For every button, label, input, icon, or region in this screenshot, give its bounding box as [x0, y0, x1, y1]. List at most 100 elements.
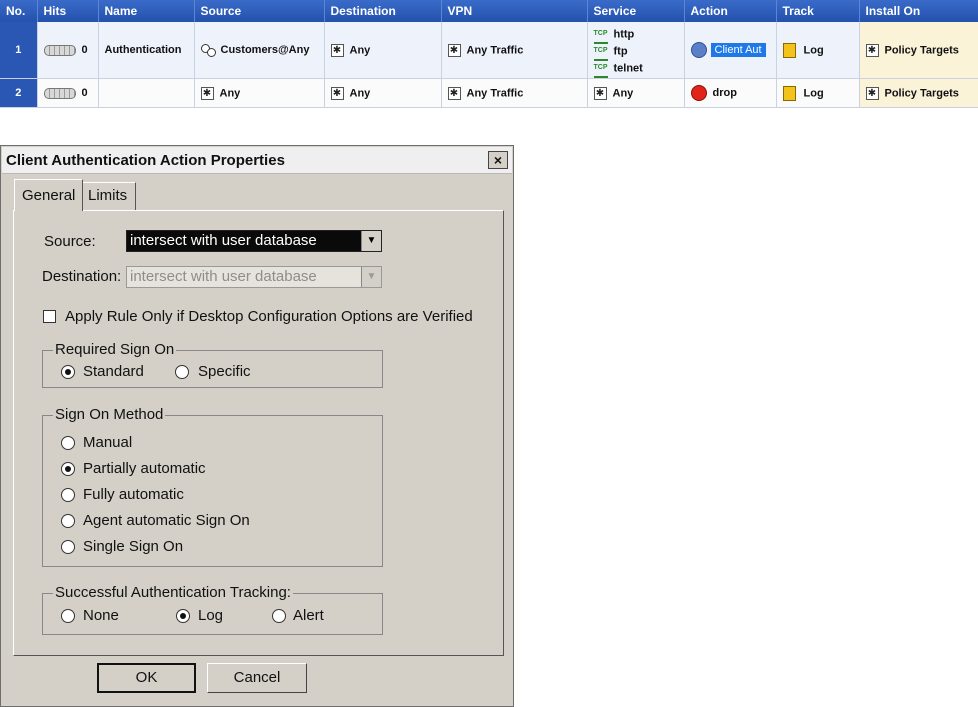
- radio-fully-automatic-label[interactable]: Fully automatic: [83, 486, 184, 503]
- client-auth-icon: [690, 42, 707, 58]
- source-value: Any: [219, 86, 241, 99]
- dialog-title: Client Authentication Action Properties: [6, 152, 285, 169]
- service-cell[interactable]: ✱ Any: [587, 78, 685, 108]
- any-icon: ✱: [200, 86, 214, 100]
- radio-agent-automatic[interactable]: [61, 514, 75, 528]
- source-cell[interactable]: ✱ Any: [194, 78, 325, 108]
- any-icon: ✱: [865, 86, 879, 100]
- service-name: http: [613, 27, 635, 40]
- action-cell[interactable]: Client Aut: [684, 22, 777, 79]
- user-group-icon: [200, 44, 216, 58]
- log-icon: [782, 85, 796, 101]
- track-value: Log: [803, 86, 824, 99]
- col-header-service[interactable]: Service: [587, 0, 685, 22]
- service-item: TCP ftp: [593, 42, 678, 61]
- rule-name[interactable]: Authentication: [98, 22, 195, 79]
- track-cell[interactable]: Log: [776, 78, 860, 108]
- radio-none[interactable]: [61, 609, 75, 623]
- col-header-action[interactable]: Action: [684, 0, 777, 22]
- tab-general[interactable]: General: [14, 179, 84, 211]
- destination-dropdown-value: intersect with user database: [130, 268, 317, 285]
- radio-standard-label[interactable]: Standard: [83, 363, 144, 380]
- chevron-down-icon: ▼: [361, 267, 381, 287]
- required-sign-on-legend: Required Sign On: [53, 341, 177, 359]
- install-on-value: Policy Targets: [884, 43, 959, 56]
- radio-none-label[interactable]: None: [83, 607, 119, 624]
- radio-agent-automatic-label[interactable]: Agent automatic Sign On: [83, 512, 250, 529]
- table-row[interactable]: 1 0 Authentication Customers@Any ✱ Any ✱ A…: [0, 22, 978, 79]
- auth-tracking-group: Successful Authentication Tracking: None…: [42, 584, 383, 635]
- col-header-install-on[interactable]: Install On: [859, 0, 978, 22]
- radio-single-sign-on-label[interactable]: Single Sign On: [83, 538, 183, 555]
- radio-manual-label[interactable]: Manual: [83, 434, 132, 451]
- hits-bar-icon: [43, 87, 76, 99]
- action-value-selected[interactable]: Client Aut: [710, 43, 766, 57]
- destination-value: Any: [349, 43, 371, 56]
- hits-cell: 0: [37, 22, 99, 79]
- source-dropdown-value: intersect with user database: [130, 232, 317, 249]
- col-header-hits[interactable]: Hits: [37, 0, 99, 22]
- radio-log-label[interactable]: Log: [198, 607, 223, 624]
- service-value: Any: [612, 86, 634, 99]
- log-icon: [782, 42, 796, 58]
- radio-single-sign-on[interactable]: [61, 540, 75, 554]
- source-cell[interactable]: Customers@Any: [194, 22, 325, 79]
- service-name: ftp: [613, 44, 628, 57]
- col-header-name[interactable]: Name: [98, 0, 195, 22]
- cancel-button[interactable]: Cancel: [207, 663, 307, 693]
- rule-number: 2: [0, 78, 38, 108]
- any-icon: ✱: [447, 86, 461, 100]
- track-cell[interactable]: Log: [776, 22, 860, 79]
- col-header-no[interactable]: No.: [0, 0, 38, 22]
- action-cell[interactable]: drop: [684, 78, 777, 108]
- apply-rule-checkbox[interactable]: [43, 310, 56, 323]
- source-dropdown[interactable]: intersect with user database ▼: [126, 230, 382, 252]
- source-value: Customers@Any: [220, 43, 310, 56]
- general-tab-panel: Source: intersect with user database ▼ D…: [13, 210, 504, 656]
- install-on-cell[interactable]: ✱ Policy Targets: [859, 22, 978, 79]
- table-row[interactable]: 2 0 ✱ Any ✱ Any ✱ Any Traffic ✱ Any drop…: [0, 78, 978, 108]
- col-header-track[interactable]: Track: [776, 0, 860, 22]
- track-value: Log: [803, 43, 824, 56]
- radio-standard[interactable]: [61, 365, 75, 379]
- source-label: Source:: [44, 233, 96, 250]
- hits-count: 0: [81, 44, 88, 56]
- col-header-vpn[interactable]: VPN: [441, 0, 588, 22]
- any-icon: ✱: [330, 86, 344, 100]
- tcp-icon: TCP: [593, 59, 608, 78]
- table-header-row: No. Hits Name Source Destination VPN Ser…: [0, 0, 978, 22]
- rule-name[interactable]: [98, 78, 195, 108]
- vpn-cell[interactable]: ✱ Any Traffic: [441, 78, 588, 108]
- col-header-destination[interactable]: Destination: [324, 0, 442, 22]
- dialog-titlebar[interactable]: Client Authentication Action Properties …: [2, 147, 512, 174]
- radio-partially-automatic-label[interactable]: Partially automatic: [83, 460, 206, 477]
- vpn-value: Any Traffic: [466, 86, 524, 99]
- any-icon: ✱: [447, 43, 461, 57]
- radio-log[interactable]: [176, 609, 190, 623]
- col-header-source[interactable]: Source: [194, 0, 325, 22]
- drop-icon: [690, 85, 707, 101]
- apply-rule-label[interactable]: Apply Rule Only if Desktop Configuration…: [65, 308, 473, 325]
- service-cell[interactable]: TCP http TCP ftp TCP telnet: [587, 22, 685, 79]
- radio-manual[interactable]: [61, 436, 75, 450]
- radio-specific-label[interactable]: Specific: [198, 363, 251, 380]
- destination-cell[interactable]: ✱ Any: [324, 22, 442, 79]
- chevron-down-icon[interactable]: ▼: [361, 231, 381, 251]
- radio-specific[interactable]: [175, 365, 189, 379]
- ok-button[interactable]: OK: [97, 663, 196, 693]
- hits-cell: 0: [37, 78, 99, 108]
- hits-count: 0: [81, 87, 88, 99]
- radio-fully-automatic[interactable]: [61, 488, 75, 502]
- radio-alert-label[interactable]: Alert: [293, 607, 324, 624]
- install-on-cell[interactable]: ✱ Policy Targets: [859, 78, 978, 108]
- close-icon: ×: [493, 152, 503, 168]
- destination-cell[interactable]: ✱ Any: [324, 78, 442, 108]
- vpn-cell[interactable]: ✱ Any Traffic: [441, 22, 588, 79]
- service-name: telnet: [613, 61, 643, 74]
- any-icon: ✱: [593, 86, 607, 100]
- radio-alert[interactable]: [272, 609, 286, 623]
- any-icon: ✱: [865, 43, 879, 57]
- radio-partially-automatic[interactable]: [61, 462, 75, 476]
- tab-limits[interactable]: Limits: [80, 182, 136, 210]
- close-button[interactable]: ×: [488, 151, 508, 169]
